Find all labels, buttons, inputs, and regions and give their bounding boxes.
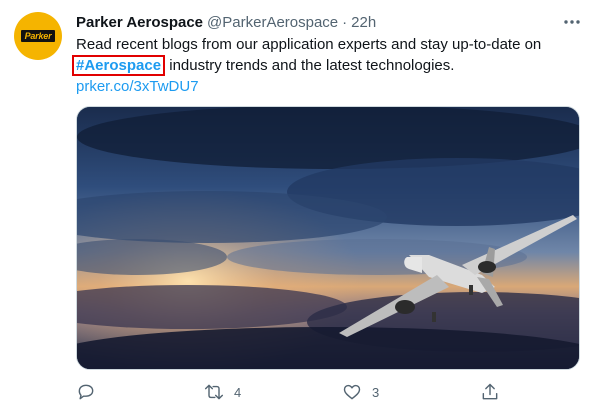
- like-count: 3: [372, 384, 380, 400]
- author-handle[interactable]: @ParkerAerospace: [207, 14, 338, 31]
- more-icon: [564, 20, 580, 24]
- more-button[interactable]: [560, 12, 584, 32]
- reply-button[interactable]: [76, 382, 106, 402]
- external-link[interactable]: prker.co/3xTwDU7: [76, 76, 576, 97]
- tweet-text: Read recent blogs from our application e…: [72, 34, 576, 97]
- retweet-icon: [204, 384, 224, 400]
- retweet-button[interactable]: 4: [204, 382, 241, 402]
- airplane-sky-photo: [77, 107, 579, 369]
- author-name[interactable]: Parker Aerospace: [76, 14, 203, 31]
- retweet-count: 4: [234, 384, 242, 400]
- like-button[interactable]: 3: [342, 382, 379, 402]
- hashtag-link[interactable]: #Aerospace: [72, 55, 166, 76]
- share-icon: [482, 383, 498, 400]
- tweet-text-line-2: #Aerospace industry trends and the lates…: [72, 55, 576, 76]
- like-icon: [343, 384, 361, 400]
- parker-logo: Parker: [21, 30, 55, 42]
- timestamp[interactable]: 22h: [351, 14, 376, 31]
- tweet-actions: 4 3: [76, 378, 580, 406]
- tweet-header: Parker Aerospace @ParkerAerospace · 22h: [76, 12, 376, 32]
- tweet[interactable]: Parker Parker Aerospace @ParkerAerospace…: [0, 0, 598, 408]
- avatar[interactable]: Parker: [14, 12, 62, 60]
- tweet-image[interactable]: [76, 106, 580, 370]
- tweet-text-continuation: industry trends and the latest technolog…: [165, 57, 455, 74]
- tweet-text-line-1: Read recent blogs from our application e…: [76, 36, 542, 53]
- separator-dot: ·: [342, 13, 348, 31]
- reply-icon: [78, 384, 94, 400]
- share-button[interactable]: [480, 382, 500, 402]
